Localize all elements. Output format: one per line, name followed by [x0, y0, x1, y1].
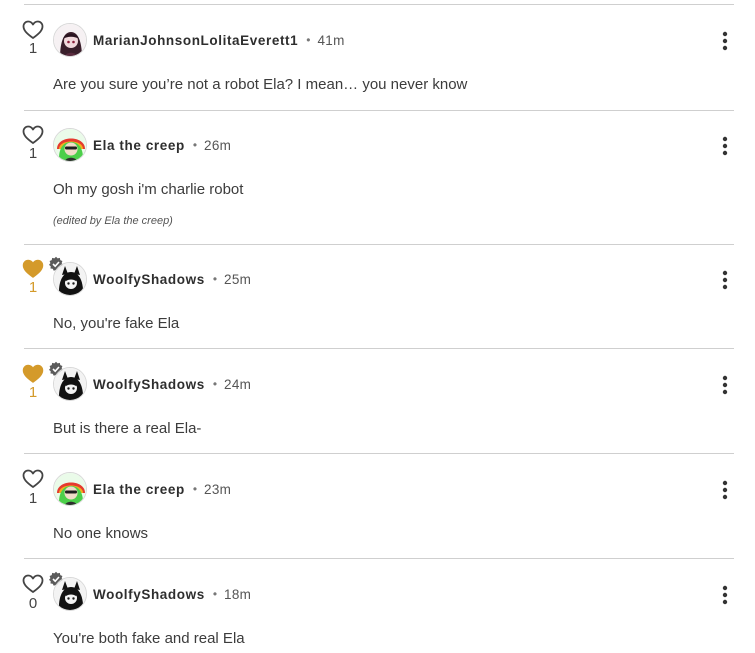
comment-meta: MarianJohnsonLolitaEverett1 • 41m [93, 30, 345, 50]
meta-separator: • [192, 482, 198, 496]
meta-separator: • [212, 587, 218, 601]
timestamp: 23m [204, 481, 232, 497]
author-name[interactable]: MarianJohnsonLolitaEverett1 [93, 33, 298, 48]
like-heart-icon[interactable] [22, 20, 44, 40]
green-haired-character-avatar-icon[interactable] [53, 128, 87, 162]
more-options-icon[interactable] [718, 30, 732, 52]
comment-text: You're both fake and real Ela [53, 630, 245, 647]
meta-separator: • [192, 138, 198, 152]
more-options-icon[interactable] [718, 374, 732, 396]
divider [24, 558, 734, 559]
comment-meta: Ela the creep • 26m [93, 135, 231, 155]
liked-heart-icon[interactable] [22, 259, 44, 279]
author-name[interactable]: Ela the creep [93, 482, 185, 497]
black-wolf-character-avatar-icon[interactable] [53, 367, 87, 401]
green-haired-character-avatar-icon[interactable] [53, 472, 87, 506]
author-name[interactable]: WoolfyShadows [93, 272, 205, 287]
timestamp: 41m [317, 32, 345, 48]
like-count: 1 [28, 145, 38, 162]
more-options-icon[interactable] [718, 584, 732, 606]
comment-text: Oh my gosh i'm charlie robot [53, 181, 244, 198]
comment-meta: WoolfyShadows • 25m [93, 269, 251, 289]
meta-separator: • [212, 377, 218, 391]
like-count: 1 [28, 490, 38, 507]
timestamp: 25m [224, 271, 252, 287]
more-options-icon[interactable] [718, 479, 732, 501]
like-heart-icon[interactable] [22, 469, 44, 489]
divider [24, 4, 734, 5]
edited-note: (edited by Ela the creep) [53, 215, 173, 227]
comment-text: Are you sure you’re not a robot Ela? I m… [53, 76, 468, 93]
comment-meta: WoolfyShadows • 24m [93, 374, 251, 394]
meta-separator: • [306, 33, 311, 47]
like-count: 1 [28, 279, 38, 296]
comment-text: No, you're fake Ela [53, 315, 180, 332]
divider [24, 453, 734, 454]
comment-text: No one knows [53, 525, 149, 542]
author-name[interactable]: Ela the creep [93, 138, 185, 153]
more-options-icon[interactable] [718, 135, 732, 157]
author-name[interactable]: WoolfyShadows [93, 377, 205, 392]
timestamp: 26m [204, 137, 232, 153]
more-options-icon[interactable] [718, 269, 732, 291]
comment-meta: Ela the creep • 23m [93, 479, 231, 499]
like-heart-icon[interactable] [22, 125, 44, 145]
divider [24, 348, 734, 349]
like-count: 0 [28, 595, 38, 612]
like-count: 1 [28, 40, 38, 57]
author-name[interactable]: WoolfyShadows [93, 587, 205, 602]
timestamp: 18m [224, 586, 252, 602]
like-count: 1 [28, 384, 38, 401]
timestamp: 24m [224, 376, 252, 392]
liked-heart-icon[interactable] [22, 364, 44, 384]
dark-haired-character-avatar-icon[interactable] [53, 23, 87, 57]
meta-separator: • [212, 272, 218, 286]
divider [24, 244, 734, 245]
black-wolf-character-avatar-icon[interactable] [53, 262, 87, 296]
comment-text: But is there a real Ela- [53, 420, 202, 437]
like-heart-icon[interactable] [22, 574, 44, 594]
comment-meta: WoolfyShadows • 18m [93, 584, 251, 604]
divider [24, 110, 734, 111]
black-wolf-character-avatar-icon[interactable] [53, 577, 87, 611]
